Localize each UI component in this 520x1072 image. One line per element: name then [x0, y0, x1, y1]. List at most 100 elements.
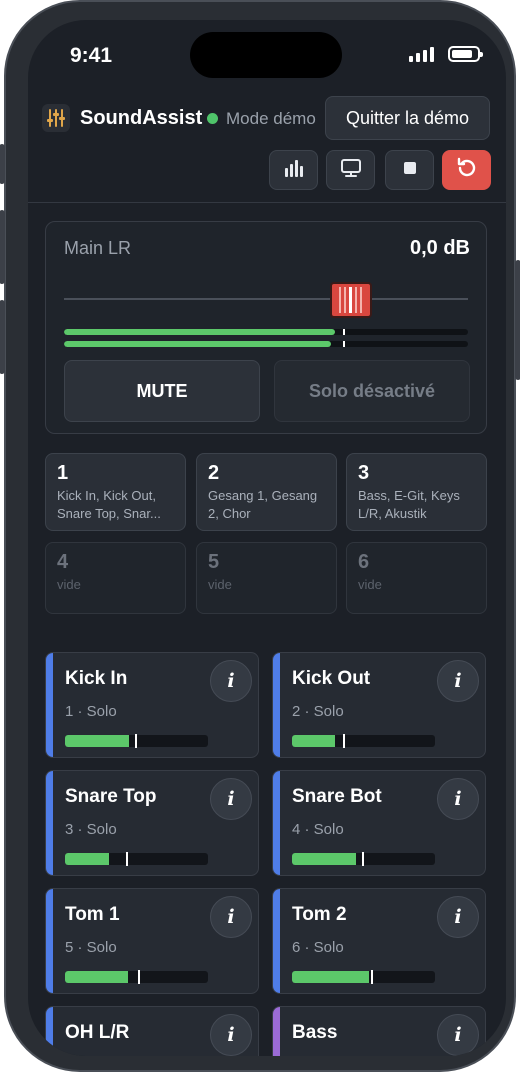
channel-meter-peak [343, 734, 346, 748]
channel-name: OH L/R [65, 1022, 130, 1043]
channel-color-stripe [46, 1007, 53, 1056]
app-screen: 9:41 SoundAssist Mode démo Quitter la dé… [28, 20, 506, 1056]
channel-meter-peak [362, 852, 365, 866]
channel-card[interactable]: Tom 2 6 · Solo i [272, 888, 486, 994]
main-meter-left-fill [64, 329, 335, 335]
group-card-4[interactable]: 4 vide [45, 542, 186, 614]
channel-card[interactable]: Bass i [272, 1006, 486, 1056]
phone-frame: 9:41 SoundAssist Mode démo Quitter la dé… [0, 0, 520, 1072]
group-members: vide [208, 577, 232, 592]
channel-color-stripe [273, 1007, 280, 1056]
info-icon[interactable]: i [210, 896, 252, 938]
channel-card[interactable]: Kick Out 2 · Solo i [272, 652, 486, 758]
channel-card[interactable]: Tom 1 5 · Solo i [45, 888, 259, 994]
channel-name: Tom 2 [292, 904, 347, 925]
main-fader-knob[interactable] [329, 282, 372, 318]
mixer-logo-icon [42, 104, 70, 132]
app-title: SoundAssist [80, 107, 203, 129]
main-meter-left [64, 329, 468, 335]
info-icon[interactable]: i [437, 660, 479, 702]
main-bus-level: 0,0 dB [409, 237, 470, 259]
channel-meter-fill [292, 853, 357, 865]
stop-button[interactable] [385, 150, 434, 190]
group-card-1[interactable]: 1 Kick In, Kick Out, Snare Top, Snar... [45, 453, 186, 531]
channel-meter-peak [370, 970, 373, 984]
monitor-icon [340, 158, 362, 183]
channel-meter [292, 734, 435, 748]
group-members: Kick In, Kick Out, Snare Top, Snar... [57, 488, 161, 521]
info-icon[interactable]: i [210, 660, 252, 702]
meters-button[interactable] [269, 150, 318, 190]
channel-meter-fill [65, 735, 130, 747]
display-button[interactable] [326, 150, 375, 190]
status-time: 9:41 [70, 44, 113, 67]
reset-button[interactable] [442, 150, 491, 190]
info-icon[interactable]: i [437, 1014, 479, 1056]
channel-subtitle: 4 · Solo [292, 821, 344, 838]
main-fader-track[interactable] [64, 298, 468, 300]
main-meter-right [64, 341, 468, 347]
main-meter-left-peak [342, 329, 345, 335]
channel-color-stripe [46, 771, 53, 875]
info-icon[interactable]: i [210, 778, 252, 820]
main-meter-right-fill [64, 341, 331, 347]
channel-meter-peak [137, 970, 140, 984]
info-icon[interactable]: i [437, 896, 479, 938]
quit-demo-button[interactable]: Quitter la démo [325, 96, 490, 140]
reset-icon [455, 156, 479, 185]
channel-card[interactable]: Snare Bot 4 · Solo i [272, 770, 486, 876]
group-members: vide [57, 577, 81, 592]
group-number: 4 [57, 551, 69, 573]
group-card-2[interactable]: 2 Gesang 1, Gesang 2, Chor [196, 453, 337, 531]
group-members: Bass, E-Git, Keys L/R, Akustik [358, 488, 460, 521]
channel-subtitle: 1 · Solo [65, 703, 117, 720]
channel-subtitle: 5 · Solo [65, 939, 117, 956]
group-members: vide [358, 577, 382, 592]
main-solo-button[interactable]: Solo désactivé [274, 360, 470, 422]
connection-status-dot [207, 113, 218, 124]
channel-subtitle: 2 · Solo [292, 703, 344, 720]
channel-meter-fill [292, 735, 335, 747]
cellular-signal-icon [409, 46, 434, 62]
info-icon[interactable]: i [437, 778, 479, 820]
group-card-3[interactable]: 3 Bass, E-Git, Keys L/R, Akustik [346, 453, 487, 531]
action-button [0, 144, 5, 184]
channel-color-stripe [273, 771, 280, 875]
group-number: 2 [208, 462, 220, 484]
channel-name: Bass [292, 1022, 338, 1043]
group-number: 5 [208, 551, 220, 573]
channel-name: Kick Out [292, 668, 371, 689]
header-divider [28, 202, 506, 203]
channel-color-stripe [46, 889, 53, 993]
volume-up-button [0, 210, 5, 284]
main-mute-button[interactable]: MUTE [64, 360, 260, 422]
channel-meter-fill [65, 971, 128, 983]
group-card-6[interactable]: 6 vide [346, 542, 487, 614]
status-icons [409, 46, 483, 62]
power-button [515, 260, 520, 380]
channel-card[interactable]: OH L/R i [45, 1006, 259, 1056]
mode-label: Mode démo [226, 109, 316, 128]
channel-card[interactable]: Snare Top 3 · Solo i [45, 770, 259, 876]
channel-color-stripe [46, 653, 53, 757]
channel-meter [65, 734, 208, 748]
channel-meter [292, 852, 435, 866]
info-icon[interactable]: i [210, 1014, 252, 1056]
channel-name: Kick In [65, 668, 128, 689]
channel-meter-fill [65, 853, 110, 865]
channel-meter [65, 852, 208, 866]
group-number: 1 [57, 462, 69, 484]
channel-card[interactable]: Kick In 1 · Solo i [45, 652, 259, 758]
bar-chart-icon [283, 158, 305, 183]
group-card-5[interactable]: 5 vide [196, 542, 337, 614]
channel-name: Snare Bot [292, 786, 382, 807]
group-members: Gesang 1, Gesang 2, Chor [208, 488, 318, 521]
group-number: 3 [358, 462, 370, 484]
volume-down-button [0, 300, 5, 374]
main-bus-label: Main LR [64, 238, 132, 258]
channel-meter [65, 970, 208, 984]
channel-meter [292, 970, 435, 984]
channel-subtitle: 6 · Solo [292, 939, 344, 956]
dynamic-island [190, 32, 342, 78]
group-number: 6 [358, 551, 370, 573]
